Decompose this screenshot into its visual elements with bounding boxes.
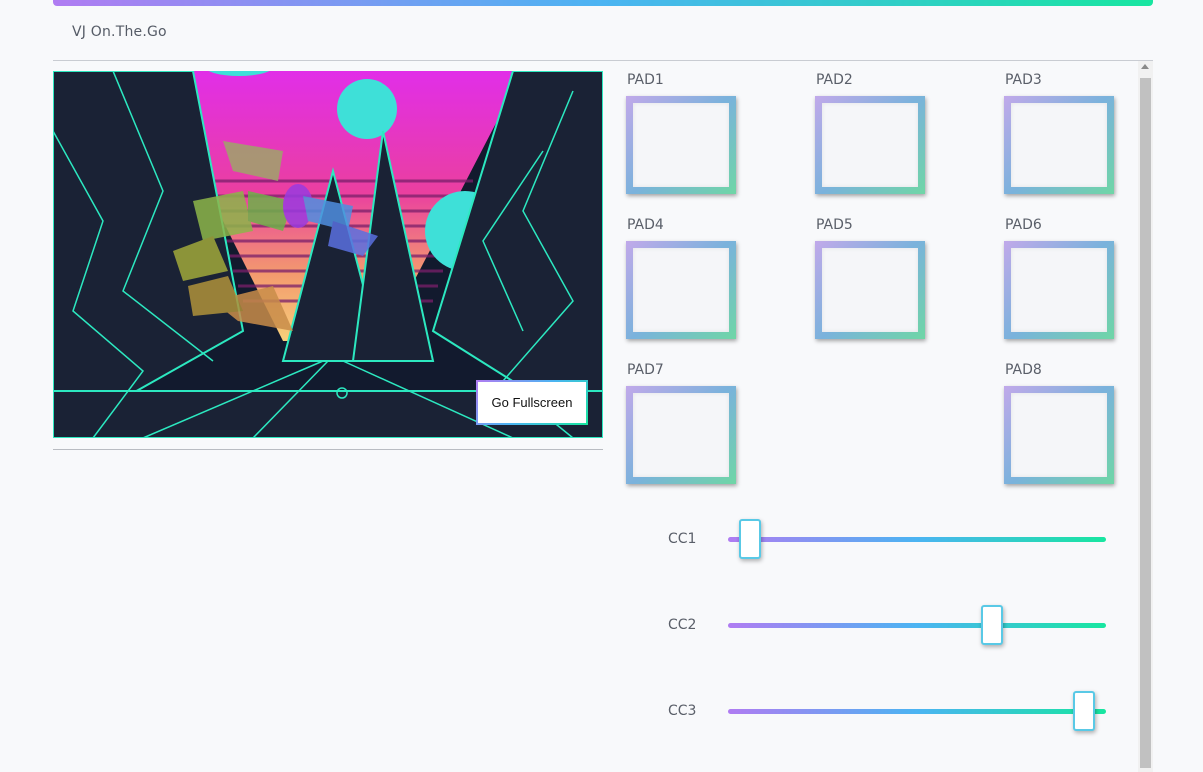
pad-7[interactable] bbox=[626, 386, 736, 484]
pad-label: PAD1 bbox=[627, 72, 664, 88]
pad-4[interactable] bbox=[626, 241, 736, 339]
video-divider bbox=[53, 449, 603, 450]
pad-label: PAD7 bbox=[627, 362, 664, 378]
pad-3[interactable] bbox=[1004, 96, 1114, 194]
pad-label: PAD8 bbox=[1005, 362, 1042, 378]
pad-label: PAD5 bbox=[816, 217, 853, 233]
cc3-slider[interactable] bbox=[728, 691, 1106, 731]
fullscreen-button[interactable]: Go Fullscreen bbox=[476, 380, 588, 425]
pad-2[interactable] bbox=[815, 96, 925, 194]
pad-8[interactable] bbox=[1004, 386, 1114, 484]
pad-label: PAD3 bbox=[1005, 72, 1042, 88]
cc3-slider-thumb[interactable] bbox=[1073, 691, 1095, 731]
cc-label: CC2 bbox=[668, 617, 697, 633]
pad-label: PAD2 bbox=[816, 72, 853, 88]
scrollbar-thumb[interactable] bbox=[1140, 78, 1151, 768]
cc1-slider[interactable] bbox=[728, 519, 1106, 559]
cc1-slider-thumb[interactable] bbox=[739, 519, 761, 559]
pad-5[interactable] bbox=[815, 241, 925, 339]
pad-6[interactable] bbox=[1004, 241, 1114, 339]
pad-label: PAD6 bbox=[1005, 217, 1042, 233]
pad-1[interactable] bbox=[626, 96, 736, 194]
scroll-up-icon[interactable] bbox=[1141, 64, 1149, 69]
cc-label: CC3 bbox=[668, 703, 697, 719]
cc-label: CC1 bbox=[668, 531, 697, 547]
pad-label: PAD4 bbox=[627, 217, 664, 233]
header-divider bbox=[53, 60, 1153, 61]
cc2-slider-thumb[interactable] bbox=[981, 605, 1003, 645]
app-title: VJ On.The.Go bbox=[72, 24, 167, 40]
cc2-slider[interactable] bbox=[728, 605, 1106, 645]
accent-bar bbox=[53, 0, 1153, 6]
